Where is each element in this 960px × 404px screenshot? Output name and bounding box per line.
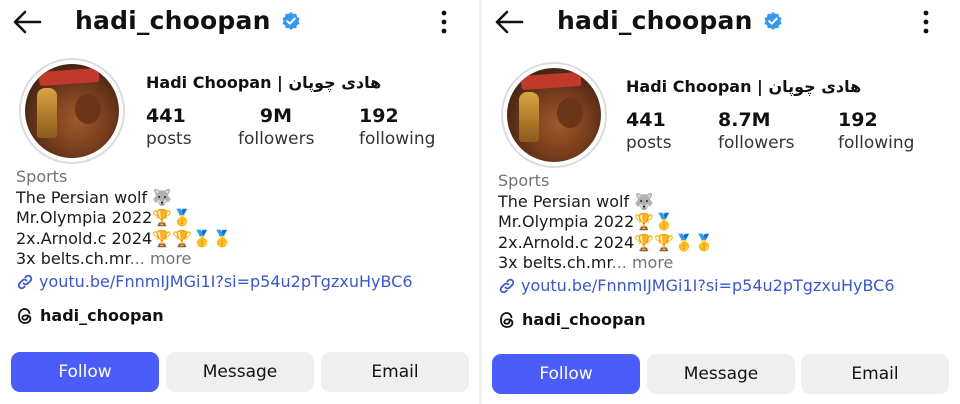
stat-following-label: following (359, 129, 436, 149)
profile-display-name: Hadi Choopan | هادی چوپان (146, 73, 382, 92)
stat-followers-value: 8.7M (718, 109, 771, 131)
stat-posts-value: 441 (146, 105, 186, 127)
back-arrow-icon[interactable] (494, 8, 524, 36)
bio-category: Sports (498, 171, 550, 190)
link-icon (17, 274, 33, 289)
stat-followers-label: followers (238, 129, 315, 149)
more-options-icon[interactable] (916, 9, 936, 35)
bio-line-4: 3x belts.ch.mr (498, 253, 612, 272)
bio-more-link[interactable]: ... more (130, 249, 192, 268)
link-icon (499, 278, 515, 293)
header-username-row: hadi_choopan (557, 6, 783, 35)
verified-badge-icon (763, 11, 782, 30)
threads-icon (500, 311, 514, 328)
bio-line-4: 3x belts.ch.mr (16, 249, 130, 268)
stat-following[interactable]: 192 following (359, 104, 435, 150)
follow-button[interactable]: Follow (492, 354, 640, 394)
header-username: hadi_choopan (75, 6, 271, 35)
bio-line-1: The Persian wolf 🐺 (16, 187, 173, 207)
threads-icon (18, 307, 32, 324)
profile-screen-right: hadi_choopan Hadi Choopan | هادی چوپان 4… (482, 0, 960, 404)
profile-avatar[interactable] (19, 58, 125, 164)
bio-link-text: youtu.be/FnnmIJMGi1I?si=p54u2pTgzxuHyBC6 (39, 271, 413, 291)
verified-badge-icon (281, 11, 300, 30)
threads-link[interactable]: hadi_choopan (16, 306, 164, 325)
bio-line-4-row: 3x belts.ch.mr... more (498, 253, 948, 274)
header-username: hadi_choopan (557, 6, 753, 35)
message-button[interactable]: Message (647, 354, 795, 394)
stat-posts[interactable]: 441 posts (626, 108, 672, 154)
bio-line-4-row: 3x belts.ch.mr... more (16, 249, 466, 270)
stat-followers-value: 9M (259, 105, 293, 127)
bio-link[interactable]: youtu.be/FnnmIJMGi1I?si=p54u2pTgzxuHyBC6 (16, 272, 466, 293)
email-button[interactable]: Email (801, 354, 949, 394)
bio-line-3: 2x.Arnold.c 2024🏆🏆🥇🥇 (16, 228, 232, 248)
stat-following[interactable]: 192 following (838, 108, 914, 154)
bio-more-link[interactable]: ... more (612, 253, 674, 272)
profile-display-name: Hadi Choopan | هادی چوپان (626, 77, 862, 96)
stat-posts-label: posts (146, 129, 192, 149)
threads-link[interactable]: hadi_choopan (498, 310, 646, 329)
email-button[interactable]: Email (321, 352, 469, 392)
follow-button[interactable]: Follow (11, 352, 159, 392)
back-arrow-icon[interactable] (12, 8, 42, 36)
bio-category: Sports (16, 167, 68, 186)
more-options-icon[interactable] (434, 9, 454, 35)
stat-followers[interactable]: 9M followers (238, 104, 314, 150)
profile-avatar[interactable] (501, 62, 607, 168)
avatar-photo (25, 64, 119, 158)
stat-following-label: following (838, 133, 915, 153)
profile-header: hadi_choopan (0, 0, 480, 46)
profile-bio: Sports The Persian wolf 🐺 Mr.Olympia 202… (498, 171, 948, 296)
profile-header: hadi_choopan (482, 0, 960, 46)
message-button[interactable]: Message (166, 352, 314, 392)
bio-line-3: 2x.Arnold.c 2024🏆🏆🥇🥇 (498, 232, 714, 252)
stat-followers-label: followers (718, 133, 795, 153)
stat-following-value: 192 (838, 109, 878, 131)
profile-bio: Sports The Persian wolf 🐺 Mr.Olympia 202… (16, 167, 466, 292)
stat-posts-value: 441 (626, 109, 666, 131)
header-username-row: hadi_choopan (75, 6, 301, 35)
bio-line-1: The Persian wolf 🐺 (498, 191, 655, 211)
threads-handle: hadi_choopan (40, 306, 164, 325)
stat-posts-label: posts (626, 133, 672, 153)
stat-following-value: 192 (359, 105, 399, 127)
stat-followers[interactable]: 8.7M followers (718, 108, 794, 154)
stat-posts[interactable]: 441 posts (146, 104, 192, 150)
bio-line-2: Mr.Olympia 2022🏆🥇 (498, 212, 675, 231)
bio-line-2: Mr.Olympia 2022🏆🥇 (16, 208, 193, 227)
threads-handle: hadi_choopan (522, 310, 646, 329)
bio-link-text: youtu.be/FnnmIJMGi1I?si=p54u2pTgzxuHyBC6 (521, 275, 895, 295)
bio-link[interactable]: youtu.be/FnnmIJMGi1I?si=p54u2pTgzxuHyBC6 (498, 276, 948, 297)
avatar-photo (507, 68, 601, 162)
profile-screen-left: hadi_choopan Hadi Choopan | هادی چوپان 4… (0, 0, 480, 404)
